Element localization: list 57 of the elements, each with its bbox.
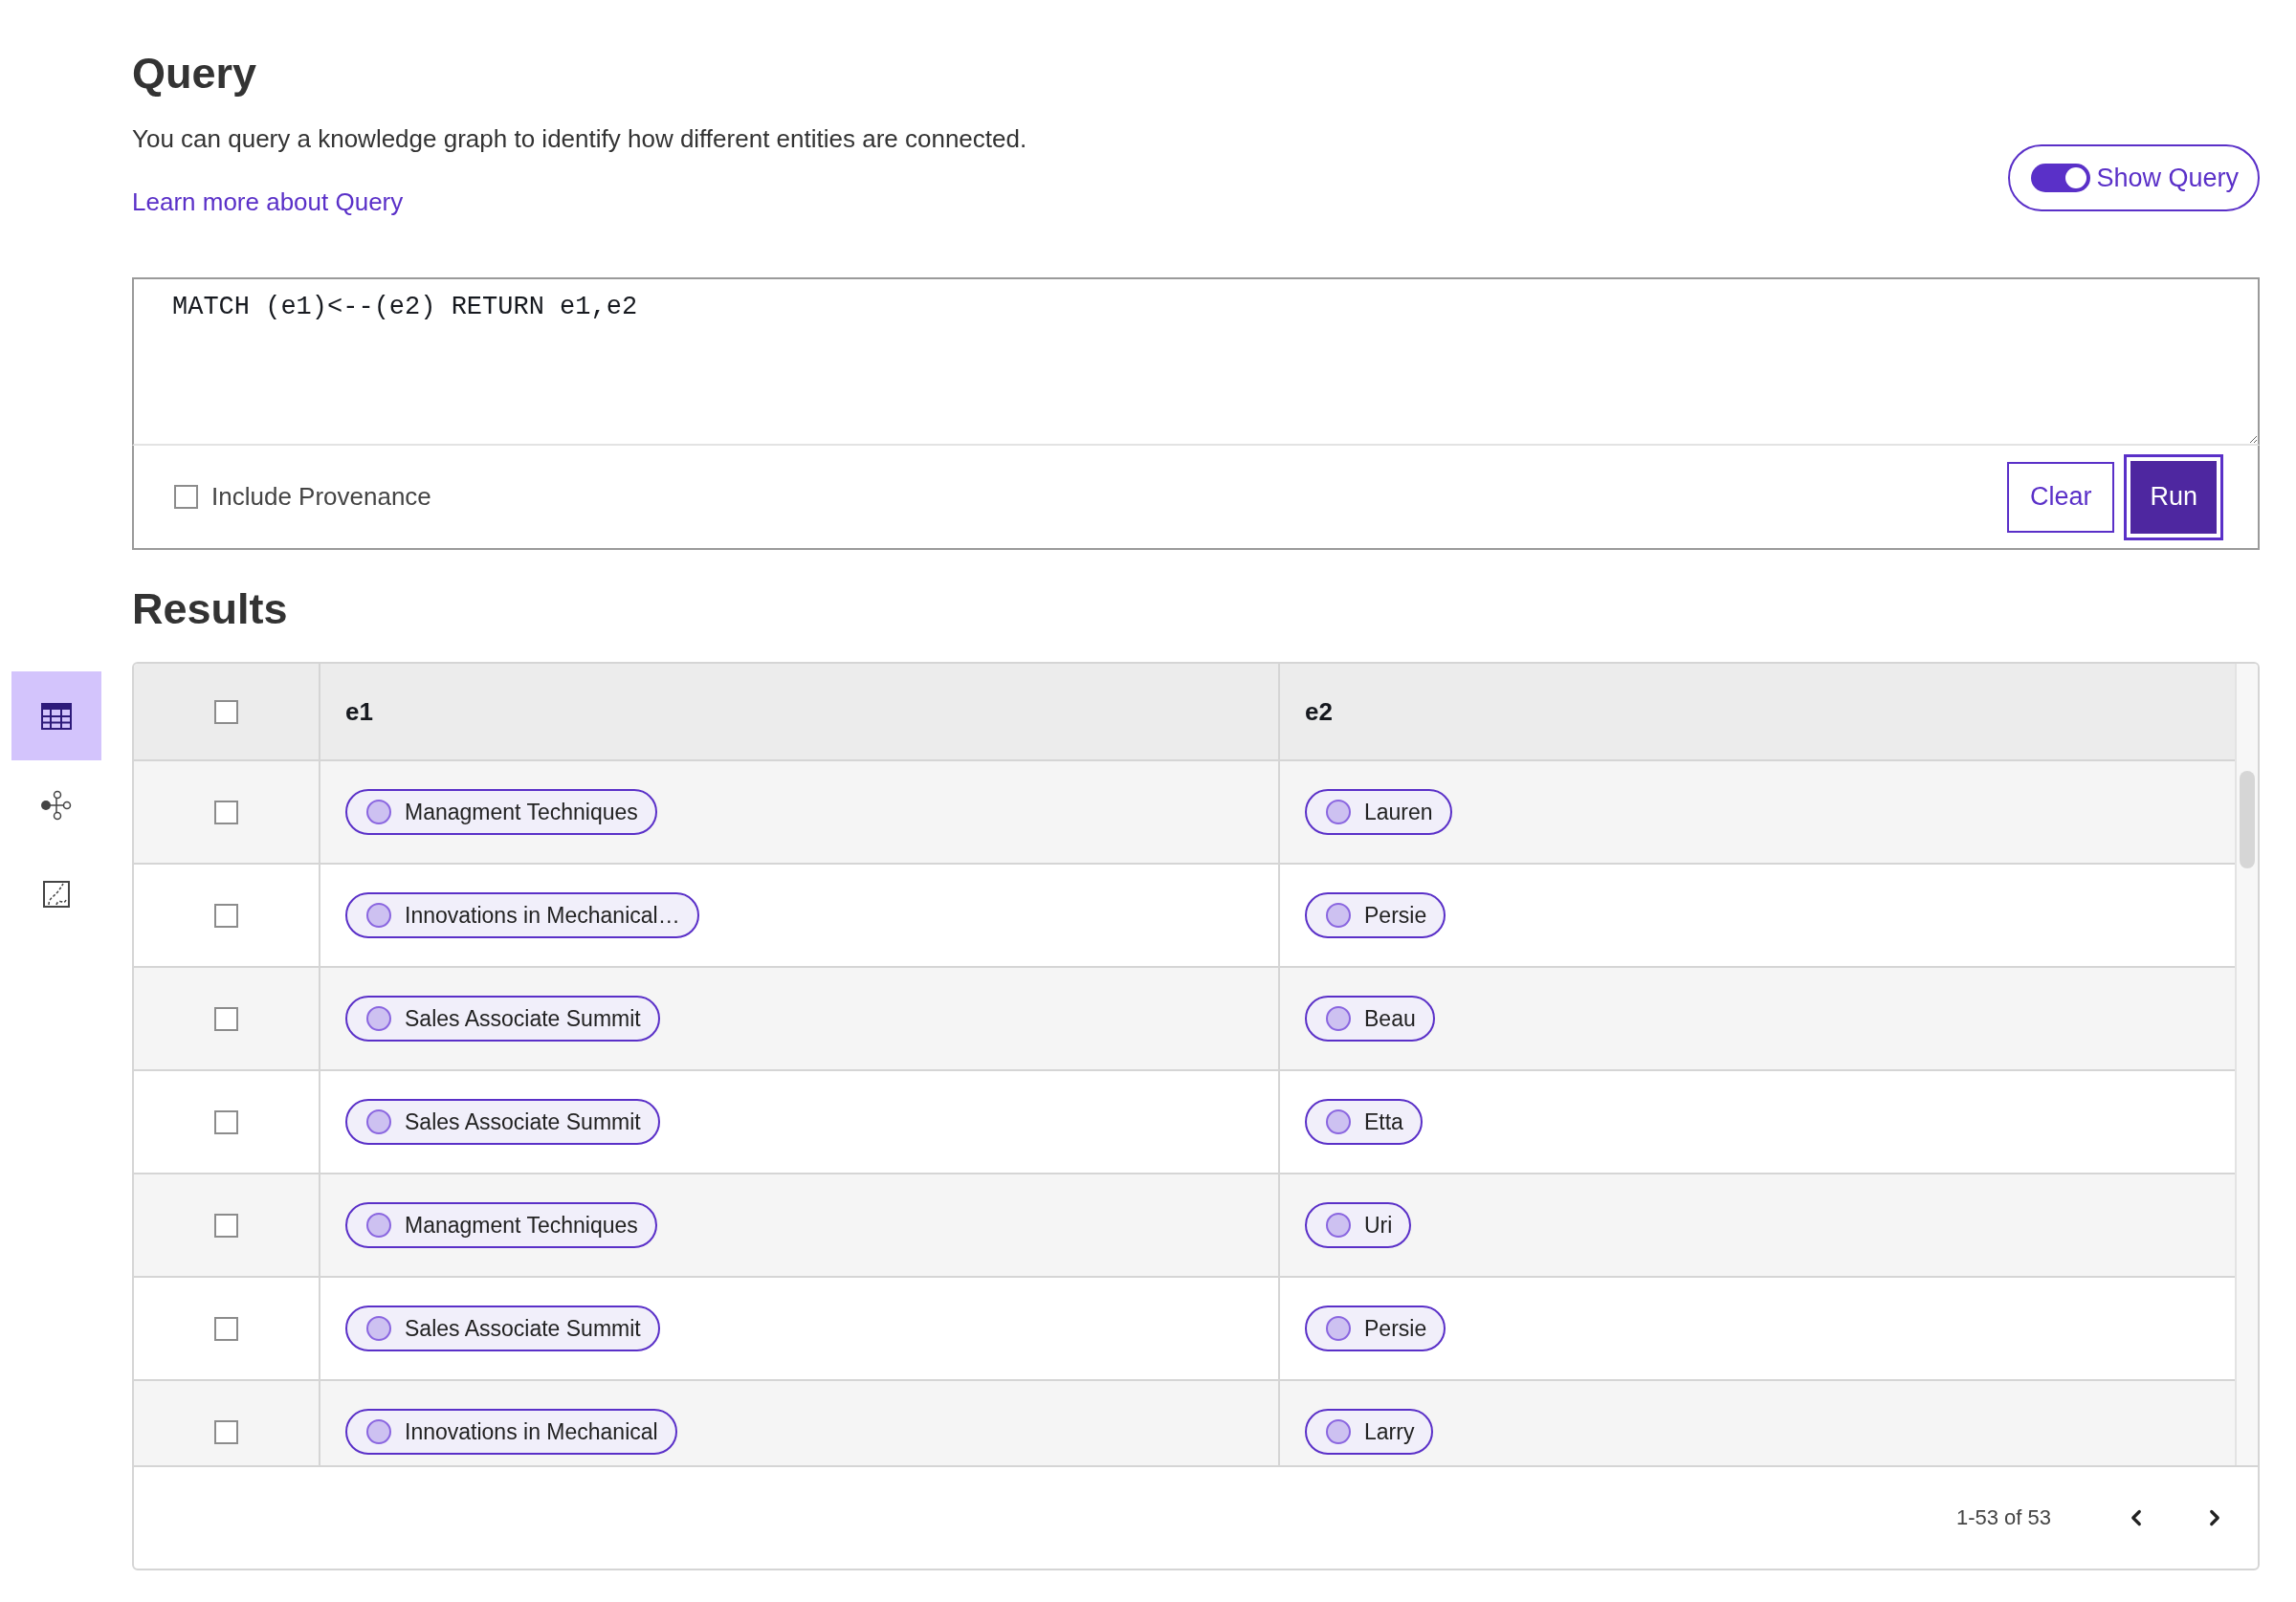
row-checkbox[interactable] <box>214 903 238 928</box>
show-query-toggle[interactable]: Show Query <box>2008 144 2260 211</box>
toggle-label: Show Query <box>2096 163 2239 193</box>
page-title: Query <box>132 48 258 99</box>
toggle-switch[interactable] <box>2031 164 2091 192</box>
entity-chip[interactable]: Sales Associate Summit <box>345 1099 660 1145</box>
scrollbar-thumb[interactable] <box>2240 771 2255 868</box>
node-dot-icon <box>366 800 391 824</box>
entity-chip[interactable]: Beau <box>1305 996 1435 1042</box>
checkbox[interactable] <box>174 485 198 509</box>
select-all-checkbox[interactable] <box>214 699 238 724</box>
clear-button[interactable]: Clear <box>2006 461 2115 533</box>
entity-chip[interactable]: Lauren <box>1305 789 1452 835</box>
entity-chip[interactable]: Larry <box>1305 1409 1434 1455</box>
table-icon <box>41 702 72 730</box>
node-dot-icon <box>1326 1006 1351 1031</box>
entity-chip[interactable]: Managment Techniques <box>345 1202 657 1248</box>
scrollbar[interactable] <box>2235 664 2258 1465</box>
node-dot-icon <box>1326 1109 1351 1134</box>
row-checkbox[interactable] <box>214 1419 238 1444</box>
node-dot-icon <box>366 1419 391 1444</box>
node-dot-icon <box>366 903 391 928</box>
view-mode-button[interactable] <box>11 671 101 760</box>
column-header: e2 <box>1305 696 1333 727</box>
entity-chip[interactable]: Etta <box>1305 1099 1423 1145</box>
row-checkbox[interactable] <box>214 1316 238 1341</box>
node-dot-icon <box>1326 903 1351 928</box>
entity-chip[interactable]: Persie <box>1305 892 1446 938</box>
row-checkbox[interactable] <box>214 1109 238 1134</box>
node-dot-icon <box>1326 1419 1351 1444</box>
results-title: Results <box>132 583 289 635</box>
pagination-text: 1-53 of 53 <box>1955 1505 2051 1530</box>
column-header: e1 <box>345 696 373 727</box>
node-dot-icon <box>366 1109 391 1134</box>
node-dot-icon <box>366 1213 391 1238</box>
node-dot-icon <box>1326 800 1351 824</box>
entity-chip[interactable]: Uri <box>1305 1202 1412 1248</box>
entity-chip[interactable]: Sales Associate Summit <box>345 1306 660 1351</box>
entity-chip[interactable]: Innovations in Mechanical <box>345 1409 677 1455</box>
entity-chip[interactable]: Persie <box>1305 1306 1446 1351</box>
node-dot-icon <box>366 1316 391 1341</box>
learn-more-link[interactable]: Learn more about Query <box>132 185 404 219</box>
node-dot-icon <box>1326 1316 1351 1341</box>
row-checkbox[interactable] <box>214 1006 238 1031</box>
row-checkbox[interactable] <box>214 800 238 824</box>
graph-icon <box>40 789 73 821</box>
entity-chip[interactable]: Innovations in Mechanical… <box>345 892 699 938</box>
checkbox-label: Include Provenance <box>211 482 431 512</box>
node-dot-icon <box>1326 1213 1351 1238</box>
row-checkbox[interactable] <box>214 1213 238 1238</box>
entity-chip[interactable]: Managment Techniques <box>345 789 657 835</box>
node-dot-icon <box>366 1006 391 1031</box>
query-field[interactable]: MATCH (e1)<--(e2) RETURN e1,e2 <box>132 277 2260 446</box>
run-button[interactable]: Run <box>2124 453 2223 540</box>
chart-icon <box>43 880 70 908</box>
page-description: You can query a knowledge graph to identify how different entities are connected. <box>132 123 1027 155</box>
entity-chip[interactable]: Sales Associate Summit <box>345 996 660 1042</box>
